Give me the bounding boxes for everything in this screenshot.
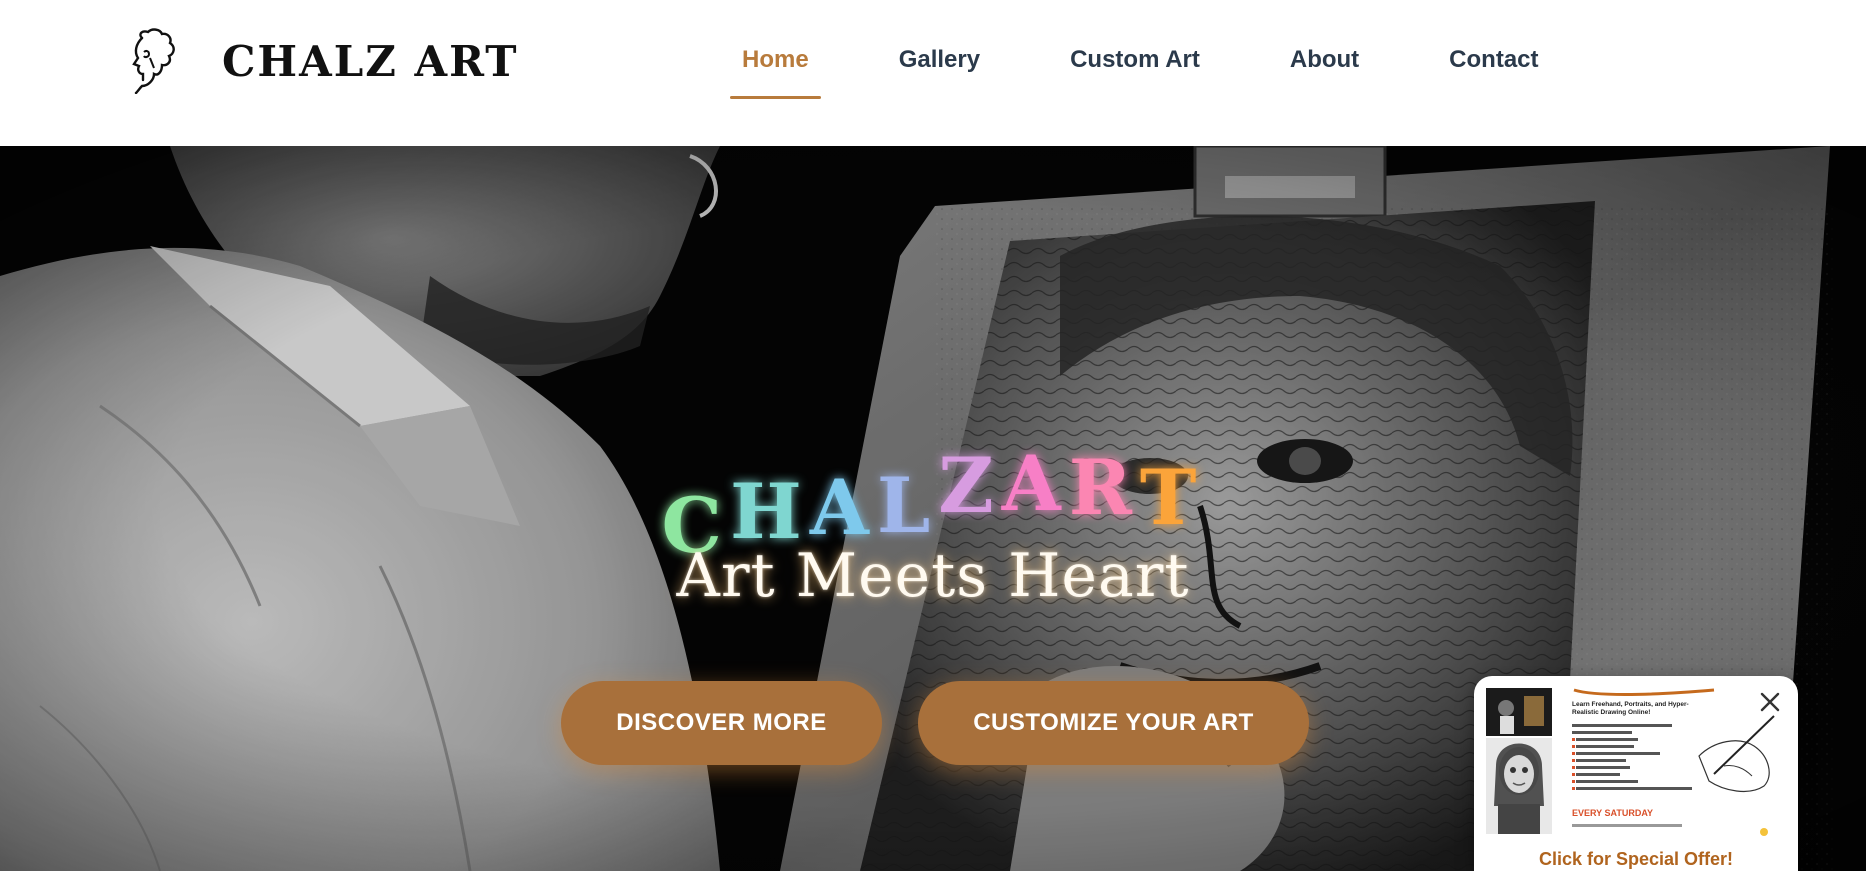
artist-face-logo-icon xyxy=(132,28,175,94)
nav-home[interactable]: Home xyxy=(730,48,821,99)
hero-title-letter: L xyxy=(876,460,939,550)
logo-link[interactable]: CHALZ ART xyxy=(128,26,519,96)
hero-title-letter: A xyxy=(1001,438,1069,528)
discover-more-button[interactable]: DISCOVER MORE xyxy=(561,681,882,765)
nav-gallery[interactable]: Gallery xyxy=(887,48,992,72)
special-offer-link[interactable]: Click for Special Offer! xyxy=(1474,849,1798,870)
svg-text:Learn Freehand, Portraits, and: Learn Freehand, Portraits, and Hyper- xyxy=(1572,701,1689,708)
special-offer-popup[interactable]: Learn Freehand, Portraits, and Hyper- Re… xyxy=(1474,676,1798,871)
brand-name: CHALZ ART xyxy=(222,36,519,86)
nav-custom-art[interactable]: Custom Art xyxy=(1058,48,1212,72)
hero-title: CHALZART xyxy=(0,439,1866,570)
svg-text:EVERY SATURDAY: EVERY SATURDAY xyxy=(1572,808,1653,818)
site-header: CHALZ ART Home Gallery Custom Art About … xyxy=(0,0,1866,146)
hero-title-letter: Z xyxy=(938,440,1002,530)
nav-contact[interactable]: Contact xyxy=(1437,48,1550,72)
hero-title-letter: R xyxy=(1068,442,1140,532)
svg-text:Realistic Drawing Online!: Realistic Drawing Online! xyxy=(1572,709,1650,716)
nav-about[interactable]: About xyxy=(1278,48,1371,72)
main-nav: Home Gallery Custom Art About Contact xyxy=(730,0,1617,120)
hero-title-letter: A xyxy=(809,462,877,552)
hero-title-letter: T xyxy=(1139,452,1205,542)
hero-tagline: Art Meets Heart xyxy=(676,541,1190,611)
close-icon[interactable] xyxy=(1758,690,1782,714)
customize-your-art-button[interactable]: CUSTOMIZE YOUR ART xyxy=(918,681,1309,765)
class-flyer-image[interactable]: Learn Freehand, Portraits, and Hyper- Re… xyxy=(1484,686,1784,836)
